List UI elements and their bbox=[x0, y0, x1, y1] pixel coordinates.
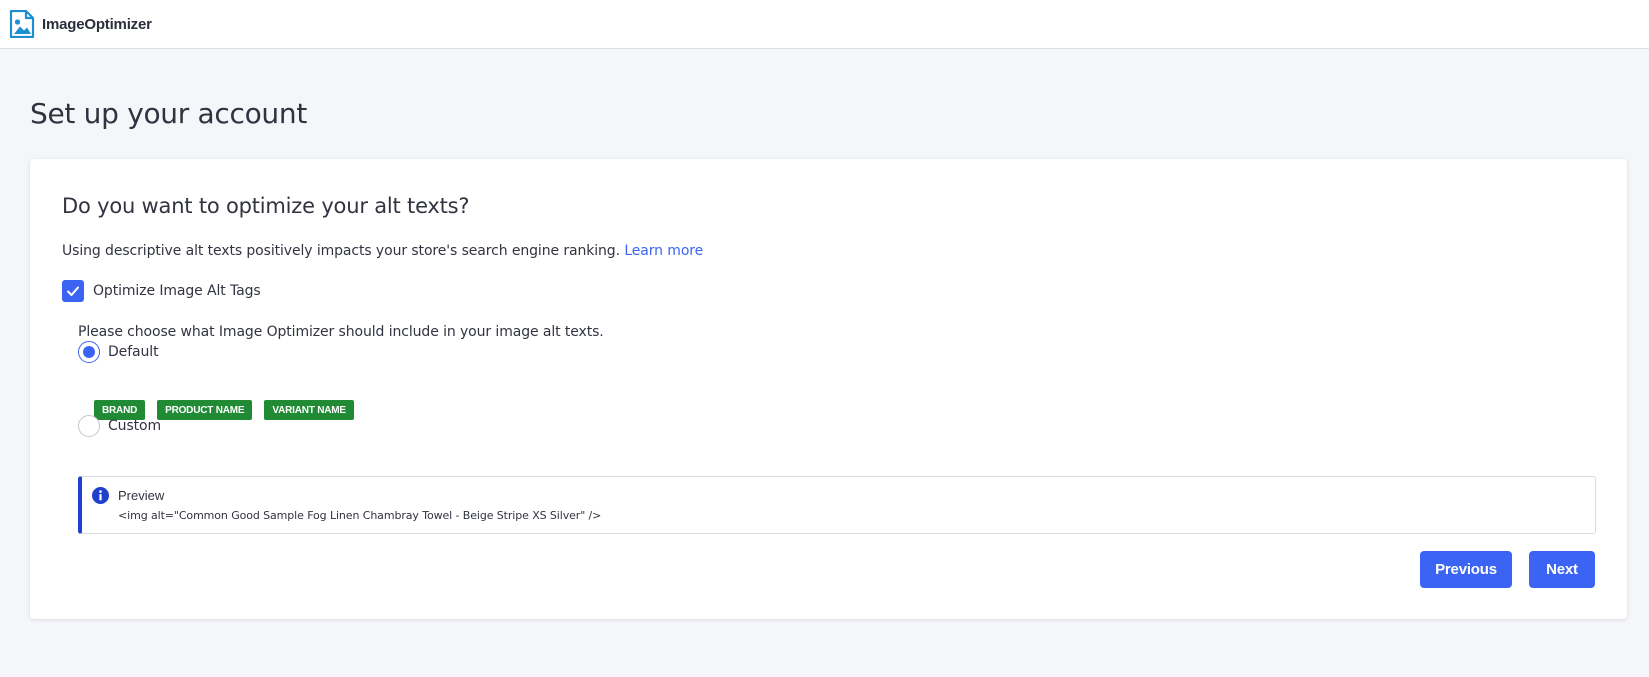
description: Using descriptive alt texts positively i… bbox=[62, 243, 703, 259]
app-logo[interactable]: ImageOptimizer bbox=[9, 10, 152, 38]
radio-selected-dot bbox=[83, 346, 95, 358]
preview-box: Preview <img alt="Common Good Sample Fog… bbox=[78, 476, 1596, 534]
preview-title: Preview bbox=[118, 488, 165, 503]
radio-default-row[interactable]: Default bbox=[78, 341, 159, 363]
tag-product-name: PRODUCT NAME bbox=[157, 400, 253, 420]
learn-more-link[interactable]: Learn more bbox=[624, 243, 703, 259]
image-file-icon bbox=[9, 10, 35, 38]
setup-card: Do you want to optimize your alt texts? … bbox=[30, 159, 1627, 619]
radio-default-label: Default bbox=[108, 344, 159, 360]
optimize-alt-tags-checkbox[interactable] bbox=[62, 280, 84, 302]
radio-custom-row[interactable]: Custom bbox=[78, 415, 161, 437]
radio-default[interactable] bbox=[78, 341, 100, 363]
optimize-alt-tags-label: Optimize Image Alt Tags bbox=[93, 283, 261, 299]
app-name: ImageOptimizer bbox=[42, 15, 152, 33]
tag-variant-name: VARIANT NAME bbox=[264, 400, 354, 420]
checkmark-icon bbox=[67, 286, 79, 296]
radio-custom-label: Custom bbox=[108, 418, 162, 434]
top-bar: ImageOptimizer bbox=[0, 0, 1649, 49]
page-title: Set up your account bbox=[30, 97, 308, 130]
preview-code: <img alt="Common Good Sample Fog Linen C… bbox=[118, 509, 602, 522]
next-button[interactable]: Next bbox=[1529, 551, 1595, 588]
info-icon bbox=[92, 487, 109, 504]
previous-button[interactable]: Previous bbox=[1420, 551, 1512, 588]
optimize-alt-tags-checkbox-row[interactable]: Optimize Image Alt Tags bbox=[62, 280, 261, 302]
description-text: Using descriptive alt texts positively i… bbox=[62, 243, 620, 259]
choose-instructions: Please choose what Image Optimizer shoul… bbox=[78, 324, 604, 340]
card-heading: Do you want to optimize your alt texts? bbox=[62, 194, 470, 218]
radio-custom[interactable] bbox=[78, 415, 100, 437]
